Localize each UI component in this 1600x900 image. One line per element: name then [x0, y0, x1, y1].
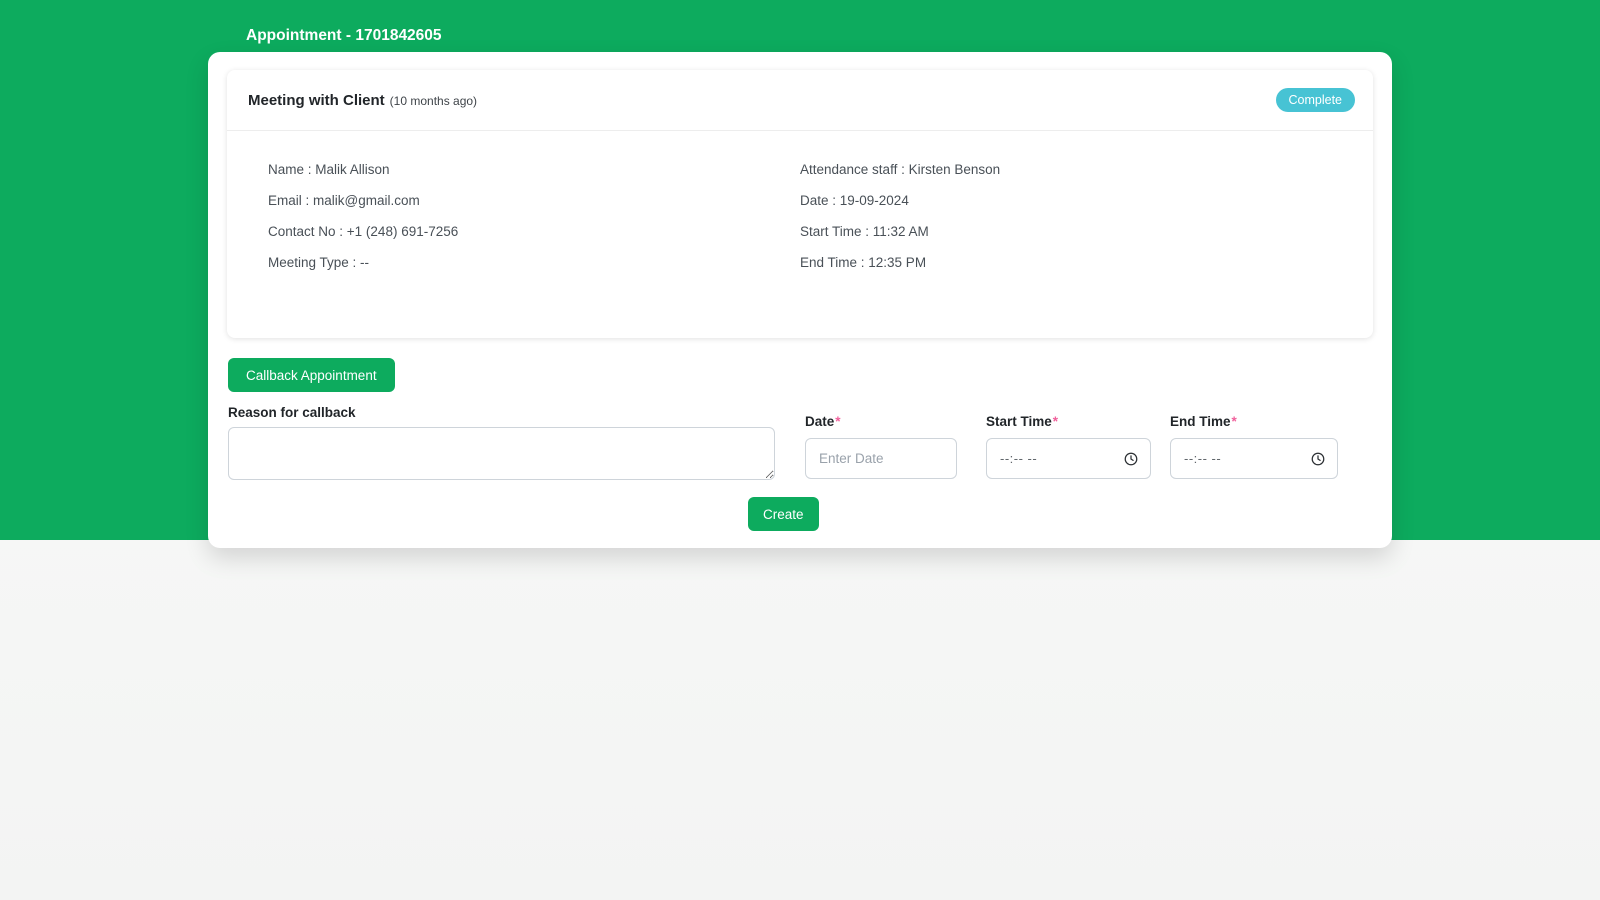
meeting-age-note: (10 months ago) [390, 94, 477, 108]
callback-appointment-button[interactable]: Callback Appointment [228, 358, 395, 392]
detail-email: Email : malik@gmail.com [268, 194, 800, 208]
clock-icon[interactable] [1124, 452, 1138, 466]
end-time-input[interactable]: --:-- -- [1170, 438, 1338, 479]
reason-for-callback-label: Reason for callback [228, 405, 356, 420]
date-input[interactable] [805, 438, 957, 479]
start-time-placeholder: --:-- -- [1000, 451, 1037, 466]
end-time-label: End Time* [1170, 414, 1338, 429]
end-time-field-group: End Time* --:-- -- [1170, 414, 1338, 479]
meeting-details-body: Name : Malik Allison Email : malik@gmail… [227, 131, 1373, 287]
date-required-asterisk: * [835, 414, 840, 429]
start-time-label: Start Time* [986, 414, 1151, 429]
status-badge: Complete [1276, 88, 1356, 113]
detail-name: Name : Malik Allison [268, 163, 800, 177]
page-title: Appointment - 1701842605 [246, 27, 442, 45]
date-field-group: Date* [805, 414, 957, 479]
create-button[interactable]: Create [748, 497, 819, 531]
detail-contact-no: Contact No : +1 (248) 691-7256 [268, 225, 800, 239]
detail-meeting-type: Meeting Type : -- [268, 256, 800, 270]
reason-for-callback-textarea[interactable] [228, 427, 775, 480]
details-left-column: Name : Malik Allison Email : malik@gmail… [268, 163, 800, 287]
date-label: Date* [805, 414, 957, 429]
meeting-title-group: Meeting with Client (10 months ago) [248, 92, 477, 109]
start-time-required-asterisk: * [1053, 414, 1058, 429]
start-time-input[interactable]: --:-- -- [986, 438, 1151, 479]
detail-start-time: Start Time : 11:32 AM [800, 225, 1332, 239]
detail-attendance-staff: Attendance staff : Kirsten Benson [800, 163, 1332, 177]
meeting-title: Meeting with Client [248, 92, 385, 109]
end-time-label-text: End Time [1170, 414, 1231, 429]
start-time-field-group: Start Time* --:-- -- [986, 414, 1151, 479]
details-right-column: Attendance staff : Kirsten Benson Date :… [800, 163, 1332, 287]
date-label-text: Date [805, 414, 834, 429]
end-time-placeholder: --:-- -- [1184, 451, 1221, 466]
detail-end-time: End Time : 12:35 PM [800, 256, 1332, 270]
detail-date: Date : 19-09-2024 [800, 194, 1332, 208]
start-time-label-text: Start Time [986, 414, 1052, 429]
clock-icon[interactable] [1311, 452, 1325, 466]
meeting-details-card: Meeting with Client (10 months ago) Comp… [227, 70, 1373, 338]
end-time-required-asterisk: * [1232, 414, 1237, 429]
appointment-panel: Meeting with Client (10 months ago) Comp… [208, 52, 1392, 548]
meeting-card-header: Meeting with Client (10 months ago) Comp… [227, 70, 1373, 131]
